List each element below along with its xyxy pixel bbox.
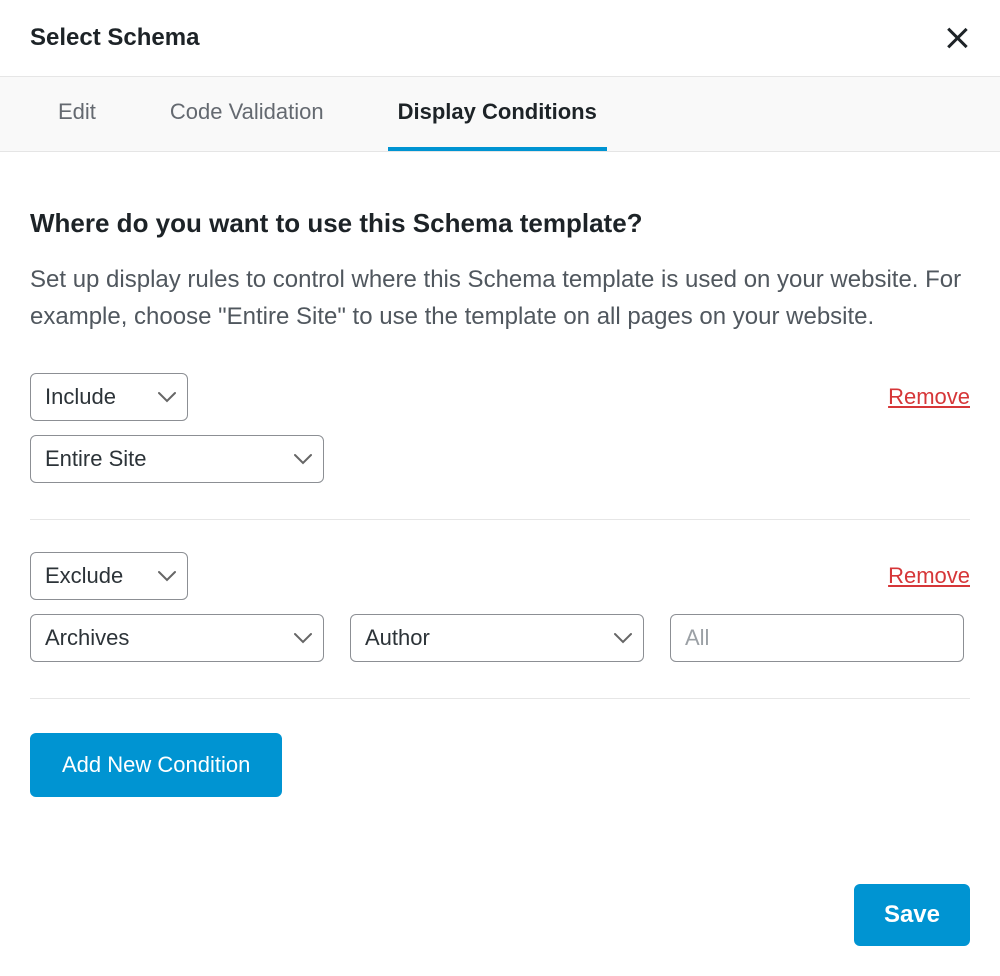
condition-scope-select[interactable]: Archives	[30, 614, 324, 662]
close-icon[interactable]	[944, 25, 970, 51]
tabs-nav: Edit Code Validation Display Conditions	[0, 77, 1000, 152]
page-description: Set up display rules to control where th…	[30, 261, 970, 335]
condition-sub-value: Author	[365, 625, 430, 651]
modal-header: Select Schema	[0, 0, 1000, 77]
condition-type-value: Include	[45, 384, 116, 410]
condition-scope-value: Entire Site	[45, 446, 147, 472]
condition-type-value: Exclude	[45, 563, 123, 589]
tab-code-validation[interactable]: Code Validation	[160, 77, 334, 151]
condition-row: Exclude Remove Archives Author	[30, 552, 970, 699]
content-area: Where do you want to use this Schema tem…	[0, 152, 1000, 827]
condition-type-select[interactable]: Exclude	[30, 552, 188, 600]
tab-edit[interactable]: Edit	[48, 77, 106, 151]
condition-sub-select[interactable]: Author	[350, 614, 644, 662]
condition-value-input[interactable]	[670, 614, 964, 662]
add-condition-button[interactable]: Add New Condition	[30, 733, 282, 797]
save-button[interactable]: Save	[854, 884, 970, 946]
condition-scope-value: Archives	[45, 625, 129, 651]
modal-title: Select Schema	[30, 24, 199, 52]
condition-row: Include Remove Entire Site	[30, 373, 970, 520]
modal-footer: Save	[854, 884, 970, 946]
condition-scope-select[interactable]: Entire Site	[30, 435, 324, 483]
remove-link[interactable]: Remove	[888, 563, 970, 589]
remove-link[interactable]: Remove	[888, 384, 970, 410]
condition-type-select[interactable]: Include	[30, 373, 188, 421]
tab-display-conditions[interactable]: Display Conditions	[388, 77, 607, 151]
page-heading: Where do you want to use this Schema tem…	[30, 208, 970, 239]
